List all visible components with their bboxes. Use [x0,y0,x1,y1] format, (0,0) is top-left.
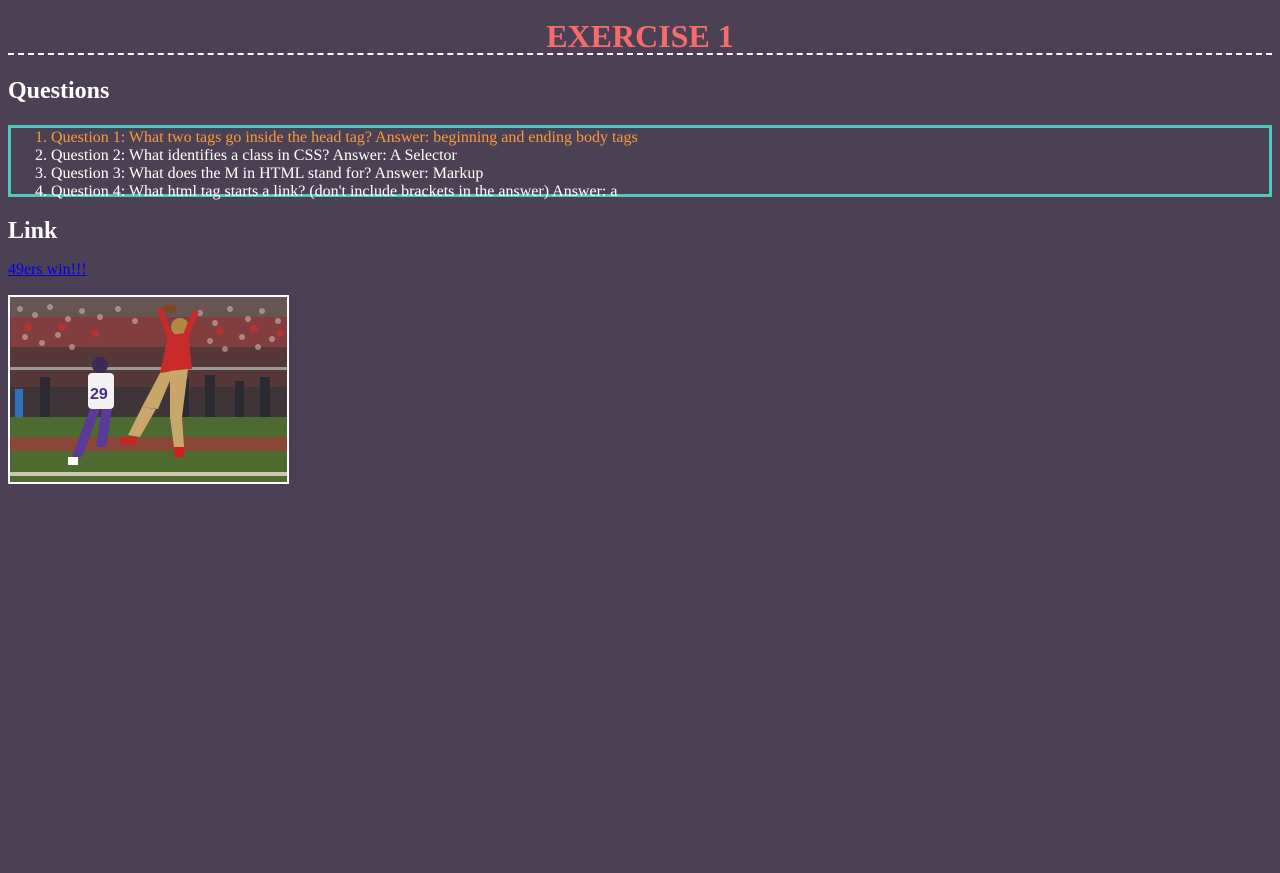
question-item-2: Question 2: What identifies a class in C… [51,147,1269,165]
football-photo-image: 29 [10,297,287,482]
question-item-1: Question 1: What two tags go inside the … [51,129,1269,147]
link-heading: Link [8,218,58,244]
page-title: EXERCISE 1 [8,0,1272,55]
link-paragraph: 49ers win!!! [8,261,1272,279]
49ers-link[interactable]: 49ers win!!! [8,261,87,278]
svg-text:29: 29 [90,386,108,403]
question-item-4: Question 4: What html tag starts a link?… [51,183,1269,201]
question-item-3: Question 3: What does the M in HTML stan… [51,165,1269,183]
questions-heading: Questions [8,78,110,104]
questions-box: Question 1: What two tags go inside the … [8,125,1272,200]
questions-list: Question 1: What two tags go inside the … [11,129,1269,201]
football-photo: 29 [8,295,289,484]
page: EXERCISE 1 Questions Question 1: What tw… [0,0,1280,484]
